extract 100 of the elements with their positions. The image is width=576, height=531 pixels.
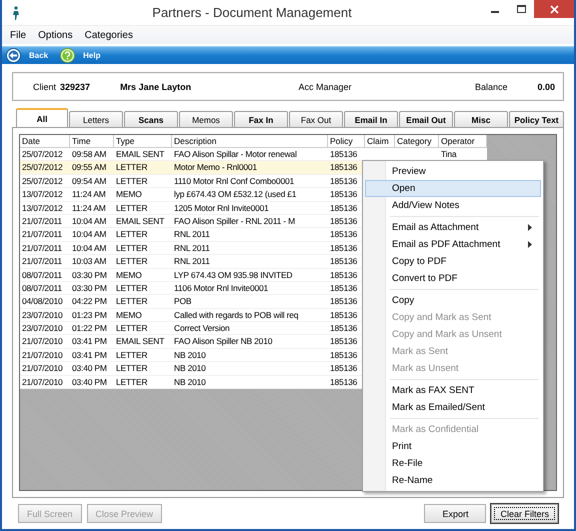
column-header[interactable]: Category (395, 135, 439, 148)
column-header[interactable]: Time (70, 135, 114, 148)
table-cell: 01:23 PM (70, 308, 114, 322)
client-name: Mrs Jane Layton (120, 82, 192, 92)
submenu-arrow-icon (528, 224, 532, 231)
menu-item[interactable]: Options (38, 30, 73, 40)
help-icon[interactable] (60, 48, 76, 63)
table-cell: LETTER (114, 376, 172, 390)
table-cell: LETTER (114, 295, 172, 309)
tab[interactable]: Email Out (399, 111, 453, 128)
menu-item[interactable]: Convert to PDF (365, 270, 541, 287)
table-cell: Called with regards to POB will req (172, 308, 328, 322)
table-cell: LETTER (114, 362, 172, 376)
balance-label: Balance (474, 82, 508, 92)
table-cell: 185136 (328, 161, 365, 175)
table-cell: 01:22 PM (70, 322, 114, 336)
table-cell: 25/07/2012 (20, 174, 70, 188)
table-cell: 25/07/2012 (20, 148, 70, 162)
table-cell: NB 2010 (172, 376, 328, 390)
tab[interactable]: Fax Out (289, 111, 343, 128)
column-header[interactable]: Policy (328, 135, 365, 148)
table-cell: RNL 2011 (172, 228, 328, 242)
table-cell: 21/07/2011 (20, 228, 70, 242)
menu-item[interactable]: Email as PDF Attachment (365, 236, 541, 253)
close-button[interactable] (534, 0, 574, 18)
table-cell: 10:04 AM (70, 228, 114, 242)
table-cell: 04:22 PM (70, 295, 114, 309)
table-cell: Correct Version (172, 322, 328, 336)
table-cell: 185136 (328, 322, 365, 336)
footer-button[interactable]: Clear Filters (491, 504, 558, 523)
table-cell: LETTER (114, 255, 172, 269)
tab[interactable]: Policy Text (509, 111, 564, 128)
table-cell: 21/07/2010 (20, 335, 70, 349)
table-cell: 13/07/2012 (20, 188, 70, 202)
tab[interactable]: Fax In (234, 111, 288, 128)
submenu-arrow-icon (528, 241, 532, 248)
menu-item[interactable]: Mark as FAX SENT (365, 382, 541, 399)
menu-item[interactable]: Copy (365, 292, 541, 309)
tab[interactable]: All (16, 108, 68, 128)
tab[interactable]: Misc (454, 111, 508, 128)
table-cell: 185136 (328, 148, 365, 162)
menu-item[interactable]: Print (365, 438, 541, 455)
menu-item[interactable]: Email as Attachment (365, 219, 541, 236)
table-cell: EMAIL SENT (114, 148, 172, 162)
table-cell: 03:40 PM (70, 362, 114, 376)
tab[interactable]: Email In (344, 111, 398, 128)
table-cell: POB (172, 295, 328, 309)
table-cell: 10:03 AM (70, 255, 114, 269)
column-header[interactable]: Type (114, 135, 172, 148)
table-cell: 03:40 PM (70, 376, 114, 390)
table-cell: EMAIL SENT (114, 335, 172, 349)
tab[interactable]: Scans (124, 111, 178, 128)
table-cell: LETTER (114, 322, 172, 336)
table-cell: 23/07/2010 (20, 308, 70, 322)
column-header[interactable]: Date (20, 135, 70, 148)
menu-item[interactable]: Mark as Emailed/Sent (365, 399, 541, 416)
table-cell: 09:58 AM (70, 148, 114, 162)
toolbar-button[interactable]: Back (29, 51, 48, 60)
tab[interactable]: Letters (69, 111, 123, 128)
menu-item[interactable]: Categories (84, 30, 133, 40)
table-cell: MEMO (114, 268, 172, 282)
table-cell: 185136 (328, 188, 365, 202)
table-cell: 11:24 AM (70, 188, 114, 202)
maximize-icon (516, 4, 526, 14)
table-cell: 185136 (328, 335, 365, 349)
table-cell: MEMO (114, 308, 172, 322)
menu-item[interactable]: Add/View Notes (365, 197, 541, 214)
column-header[interactable]: Operator (439, 135, 487, 148)
footer-button[interactable]: Export (424, 504, 486, 523)
menu-item[interactable]: Preview (365, 163, 541, 180)
table-cell: 21/07/2010 (20, 362, 70, 376)
app-icon (12, 6, 22, 20)
client-number: 329237 (60, 82, 90, 92)
table-cell: 04/08/2010 (20, 295, 70, 309)
tab[interactable]: Memos (179, 111, 233, 128)
table-cell: 185136 (328, 295, 365, 309)
table-cell: lyp £674.43 OM £532.12 (used £1 (172, 188, 328, 202)
menu-item[interactable]: Re-Name (365, 472, 541, 489)
table-cell: 21/07/2011 (20, 255, 70, 269)
table-cell: 10:04 AM (70, 242, 114, 256)
column-header[interactable]: Description (172, 135, 328, 148)
table-cell: 21/07/2010 (20, 376, 70, 390)
table-cell: 03:41 PM (70, 335, 114, 349)
column-header[interactable]: Claim (365, 135, 395, 148)
back-icon[interactable] (6, 48, 21, 63)
table-cell: 21/07/2010 (20, 348, 70, 362)
minimize-icon (491, 11, 499, 13)
client-label: Client (33, 82, 56, 92)
toolbar-button[interactable]: Help (83, 51, 100, 60)
table-cell: 25/07/2012 (20, 161, 70, 175)
menu-item[interactable]: Copy to PDF (365, 253, 541, 270)
table-cell: 1205 Motor Rnl Invite0001 (172, 202, 328, 215)
close-icon (550, 4, 558, 14)
table-cell: 185136 (328, 255, 365, 269)
menu-item[interactable]: File (10, 30, 26, 40)
table-cell: FAO Alison Spillar - Motor renewal (172, 148, 328, 162)
menu-item[interactable]: Re-File (365, 455, 541, 472)
menu-item[interactable]: Open (365, 180, 541, 197)
table-cell: 1110 Motor Rnl Conf Combo0001 (172, 174, 328, 188)
table-cell: 03:30 PM (70, 268, 114, 282)
